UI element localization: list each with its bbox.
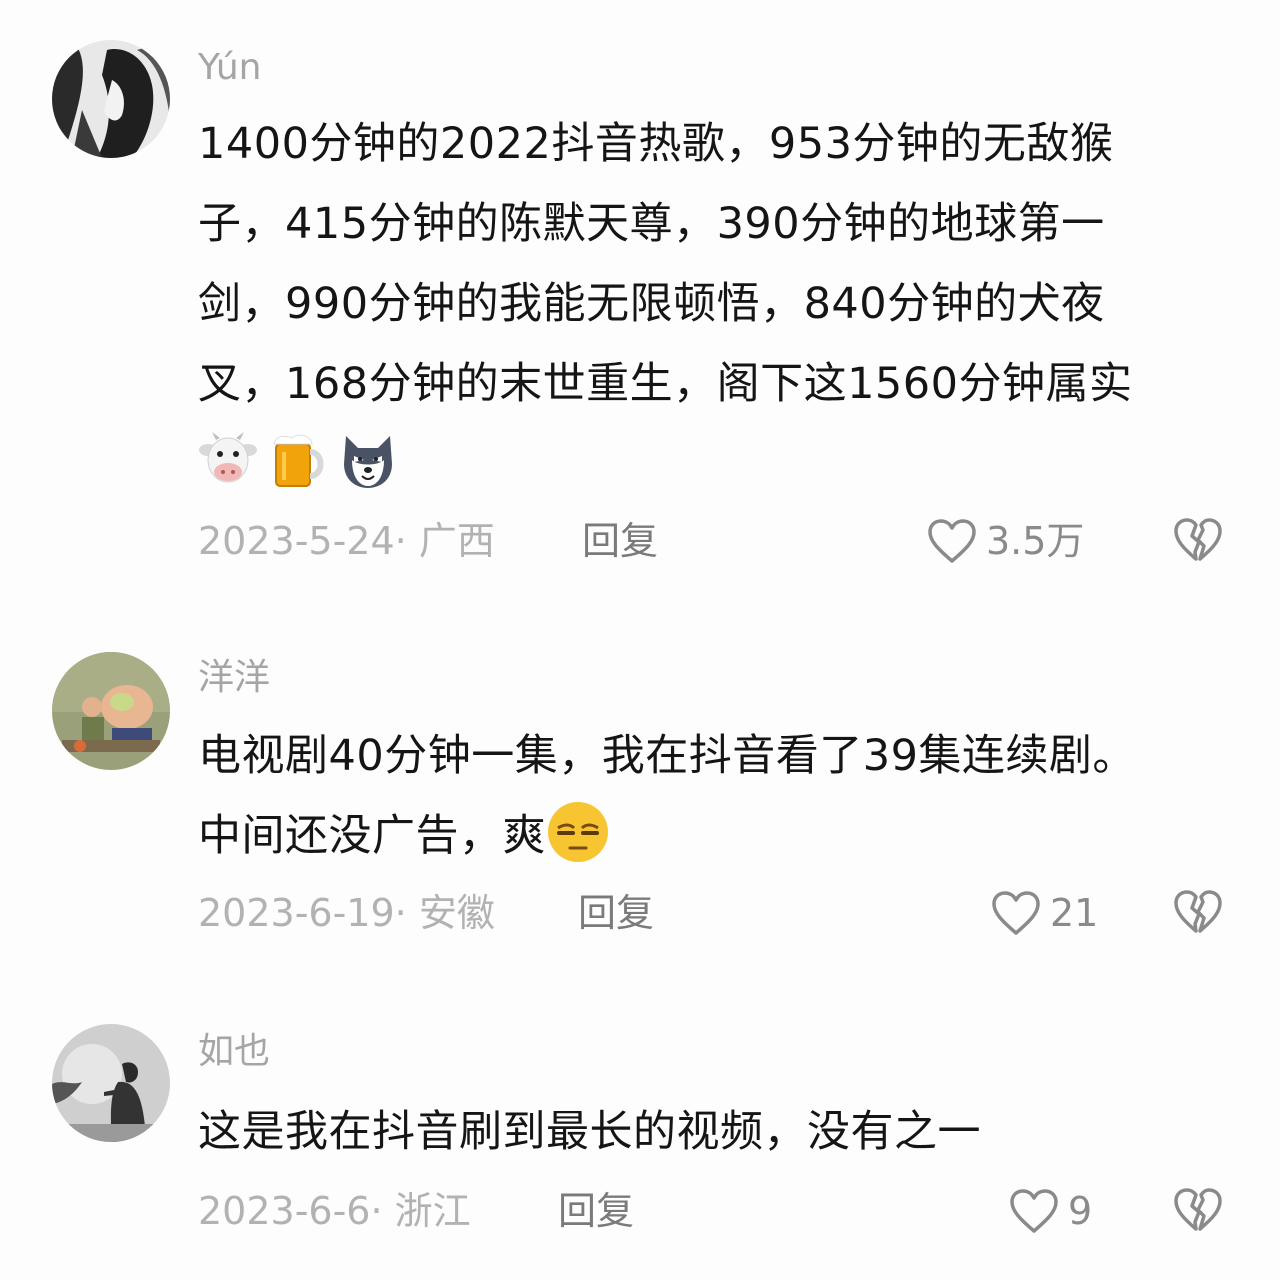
heart-icon [992, 891, 1040, 935]
reply-button[interactable]: 回复 [558, 1186, 634, 1236]
avatar-anime-girl-image [52, 40, 170, 158]
comment-location: 浙江 [394, 1189, 471, 1233]
avatar[interactable] [52, 1024, 170, 1142]
like-button[interactable]: 9 [1008, 1186, 1092, 1236]
comment-line: 中间还没广告，爽 [198, 796, 1218, 876]
meta-separator: · [394, 519, 419, 563]
avatar-cartoon-image [52, 652, 170, 770]
wolf-emoji [344, 436, 392, 488]
meta-separator: · [394, 891, 419, 935]
avatar-silhouette-image [52, 1024, 170, 1142]
comment-text: 1400分钟的2022抖音热歌，953分钟的无敌猴 子，415分钟的陈默天尊，3… [198, 104, 1218, 424]
like-count: 21 [1050, 891, 1099, 935]
broken-heart-icon [1174, 518, 1222, 561]
cow-emoji [199, 432, 257, 483]
comment-meta: 2023-6-6· 浙江 [198, 1186, 471, 1236]
like-button[interactable]: 3.5万 [926, 516, 1084, 566]
comment-text: 这是我在抖音刷到最长的视频，没有之一 [198, 1092, 1218, 1172]
comment-location: 广西 [418, 519, 495, 563]
comment-date: 2023-6-19 [198, 891, 395, 935]
broken-heart-icon [1174, 890, 1222, 933]
unamused-face-emoji [548, 802, 608, 862]
comment-date: 2023-6-6 [198, 1189, 371, 1233]
comment-line: 这是我在抖音刷到最长的视频，没有之一 [198, 1107, 981, 1157]
avatar[interactable] [52, 652, 170, 770]
dislike-button[interactable] [1172, 888, 1224, 936]
meta-separator: · [370, 1189, 395, 1233]
dislike-button[interactable] [1172, 516, 1224, 564]
dislike-button[interactable] [1172, 1186, 1224, 1234]
heart-icon [928, 519, 976, 563]
like-button[interactable]: 21 [990, 888, 1098, 938]
avatar[interactable] [52, 40, 170, 158]
comment-location: 安徽 [418, 891, 495, 935]
comment-line: 剑，990分钟的我能无限顿悟，840分钟的犬夜 [198, 279, 1105, 329]
comment-line: 叉，168分钟的末世重生，阁下这1560分钟属实 [198, 359, 1133, 409]
username[interactable]: Yún [198, 46, 262, 90]
comment-date: 2023-5-24 [198, 519, 395, 563]
comment-line-text: 中间还没广告，爽 [198, 811, 546, 861]
like-count: 9 [1068, 1189, 1093, 1233]
comment-text: 电视剧40分钟一集，我在抖音看了39集连续剧。 中间还没广告，爽 [198, 716, 1218, 876]
comment-line: 电视剧40分钟一集，我在抖音看了39集连续剧。 [198, 731, 1136, 781]
comment-line: 子，415分钟的陈默天尊，390分钟的地球第一 [198, 199, 1105, 249]
like-count: 3.5万 [986, 519, 1085, 563]
heart-icon [1010, 1189, 1058, 1233]
comment-meta: 2023-6-19· 安徽 [198, 888, 495, 938]
emoji-row [198, 430, 398, 494]
broken-heart-icon [1174, 1188, 1222, 1231]
comment-meta: 2023-5-24· 广西 [198, 516, 495, 566]
reply-button[interactable]: 回复 [578, 888, 654, 938]
username[interactable]: 如也 [198, 1030, 270, 1074]
comment-line: 1400分钟的2022抖音热歌，953分钟的无敌猴 [198, 119, 1114, 169]
beer-emoji [273, 434, 324, 487]
username[interactable]: 洋洋 [198, 656, 270, 700]
reply-button[interactable]: 回复 [582, 516, 658, 566]
